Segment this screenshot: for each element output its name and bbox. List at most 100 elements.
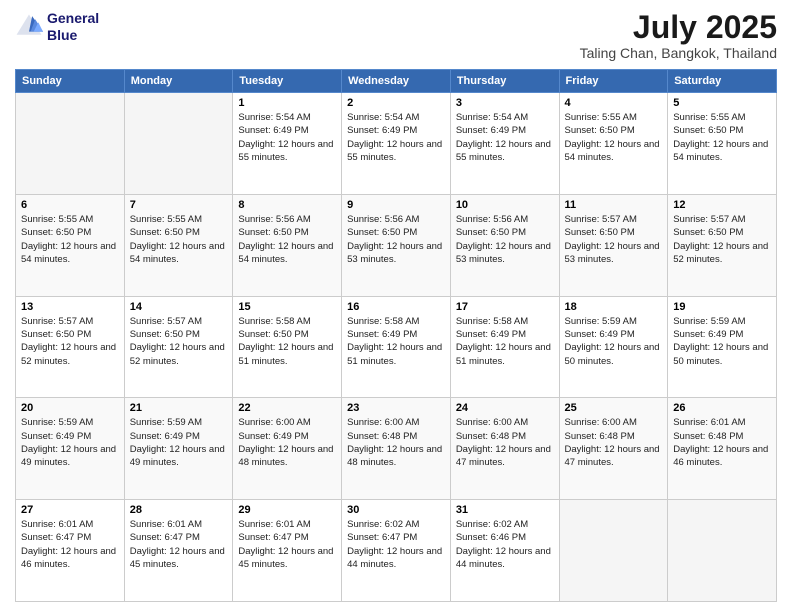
calendar-cell: 24 Sunrise: 6:00 AM Sunset: 6:48 PM Dayli… — [450, 398, 559, 500]
logo-icon — [15, 13, 43, 41]
calendar-cell: 10 Sunrise: 5:56 AM Sunset: 6:50 PM Dayli… — [450, 194, 559, 296]
day-info: Sunrise: 6:00 AM Sunset: 6:48 PM Dayligh… — [565, 416, 663, 469]
logo: General Blue — [15, 10, 99, 44]
day-number: 27 — [21, 504, 119, 516]
calendar-cell: 2 Sunrise: 5:54 AM Sunset: 6:49 PM Daylig… — [342, 93, 451, 195]
day-info: Sunrise: 5:55 AM Sunset: 6:50 PM Dayligh… — [21, 213, 119, 266]
day-number: 30 — [347, 504, 445, 516]
calendar-cell — [668, 500, 777, 602]
day-number: 5 — [673, 97, 771, 109]
day-number: 2 — [347, 97, 445, 109]
day-info: Sunrise: 5:57 AM Sunset: 6:50 PM Dayligh… — [565, 213, 663, 266]
day-info: Sunrise: 5:59 AM Sunset: 6:49 PM Dayligh… — [21, 416, 119, 469]
calendar-week-row: 1 Sunrise: 5:54 AM Sunset: 6:49 PM Daylig… — [16, 93, 777, 195]
day-number: 20 — [21, 402, 119, 414]
day-number: 4 — [565, 97, 663, 109]
subtitle: Taling Chan, Bangkok, Thailand — [580, 45, 777, 61]
day-number: 21 — [130, 402, 228, 414]
day-info: Sunrise: 5:54 AM Sunset: 6:49 PM Dayligh… — [347, 111, 445, 164]
day-info: Sunrise: 5:57 AM Sunset: 6:50 PM Dayligh… — [130, 315, 228, 368]
day-info: Sunrise: 5:56 AM Sunset: 6:50 PM Dayligh… — [347, 213, 445, 266]
header: General Blue July 2025 Taling Chan, Bang… — [15, 10, 777, 61]
calendar-cell: 12 Sunrise: 5:57 AM Sunset: 6:50 PM Dayli… — [668, 194, 777, 296]
calendar-cell: 23 Sunrise: 6:00 AM Sunset: 6:48 PM Dayli… — [342, 398, 451, 500]
day-info: Sunrise: 5:55 AM Sunset: 6:50 PM Dayligh… — [565, 111, 663, 164]
calendar-cell: 29 Sunrise: 6:01 AM Sunset: 6:47 PM Dayli… — [233, 500, 342, 602]
day-info: Sunrise: 5:58 AM Sunset: 6:50 PM Dayligh… — [238, 315, 336, 368]
day-info: Sunrise: 6:01 AM Sunset: 6:47 PM Dayligh… — [238, 518, 336, 571]
day-number: 10 — [456, 199, 554, 211]
calendar-cell: 17 Sunrise: 5:58 AM Sunset: 6:49 PM Dayli… — [450, 296, 559, 398]
day-info: Sunrise: 5:55 AM Sunset: 6:50 PM Dayligh… — [130, 213, 228, 266]
day-info: Sunrise: 5:56 AM Sunset: 6:50 PM Dayligh… — [456, 213, 554, 266]
col-monday: Monday — [124, 70, 233, 93]
day-number: 14 — [130, 301, 228, 313]
col-friday: Friday — [559, 70, 668, 93]
day-info: Sunrise: 6:00 AM Sunset: 6:49 PM Dayligh… — [238, 416, 336, 469]
calendar-week-row: 20 Sunrise: 5:59 AM Sunset: 6:49 PM Dayli… — [16, 398, 777, 500]
calendar-cell: 7 Sunrise: 5:55 AM Sunset: 6:50 PM Daylig… — [124, 194, 233, 296]
calendar-header-row: Sunday Monday Tuesday Wednesday Thursday… — [16, 70, 777, 93]
calendar-cell: 27Sunrise: 6:01 AM Sunset: 6:47 PM Dayli… — [16, 500, 125, 602]
day-number: 17 — [456, 301, 554, 313]
day-number: 8 — [238, 199, 336, 211]
day-number: 6 — [21, 199, 119, 211]
calendar-cell: 9 Sunrise: 5:56 AM Sunset: 6:50 PM Daylig… — [342, 194, 451, 296]
calendar-cell — [16, 93, 125, 195]
day-number: 26 — [673, 402, 771, 414]
calendar-cell: 18 Sunrise: 5:59 AM Sunset: 6:49 PM Dayli… — [559, 296, 668, 398]
day-info: Sunrise: 5:59 AM Sunset: 6:49 PM Dayligh… — [565, 315, 663, 368]
calendar-cell: 5Sunrise: 5:55 AM Sunset: 6:50 PM Daylig… — [668, 93, 777, 195]
page: General Blue July 2025 Taling Chan, Bang… — [0, 0, 792, 612]
logo-text: General Blue — [47, 10, 99, 44]
calendar-cell: 30 Sunrise: 6:02 AM Sunset: 6:47 PM Dayli… — [342, 500, 451, 602]
calendar-table: Sunday Monday Tuesday Wednesday Thursday… — [15, 69, 777, 602]
calendar-cell: 28 Sunrise: 6:01 AM Sunset: 6:47 PM Dayli… — [124, 500, 233, 602]
col-tuesday: Tuesday — [233, 70, 342, 93]
calendar-week-row: 27 Sunrise: 6:01 AM Sunset: 6:47 PM Dayli… — [16, 500, 777, 602]
day-info: Sunrise: 5:54 AM Sunset: 6:49 PM Dayligh… — [456, 111, 554, 164]
day-number: 3 — [456, 97, 554, 109]
day-info: Sunrise: 6:00 AM Sunset: 6:48 PM Dayligh… — [456, 416, 554, 469]
day-number: 9 — [347, 199, 445, 211]
calendar-cell: 3 Sunrise: 5:54 AM Sunset: 6:49 PM Daylig… — [450, 93, 559, 195]
calendar-cell: 6 Sunrise: 5:55 AM Sunset: 6:50 PM Daylig… — [16, 194, 125, 296]
day-number: 7 — [130, 199, 228, 211]
day-info: Sunrise: 6:01 AM Sunset: 6:47 PM Dayligh… — [130, 518, 228, 571]
calendar-cell — [124, 93, 233, 195]
day-number: 23 — [347, 402, 445, 414]
day-number: 12 — [673, 199, 771, 211]
calendar-cell: 11 Sunrise: 5:57 AM Sunset: 6:50 PM Dayli… — [559, 194, 668, 296]
day-info: Sunrise: 5:56 AM Sunset: 6:50 PM Dayligh… — [238, 213, 336, 266]
day-number: 29 — [238, 504, 336, 516]
calendar-cell: 19Sunrise: 5:59 AM Sunset: 6:49 PM Dayli… — [668, 296, 777, 398]
day-number: 24 — [456, 402, 554, 414]
calendar-cell: 25 Sunrise: 6:00 AM Sunset: 6:48 PM Dayli… — [559, 398, 668, 500]
day-number: 11 — [565, 199, 663, 211]
calendar-cell: 21Sunrise: 5:59 AM Sunset: 6:49 PM Dayli… — [124, 398, 233, 500]
day-info: Sunrise: 6:00 AM Sunset: 6:48 PM Dayligh… — [347, 416, 445, 469]
day-number: 18 — [565, 301, 663, 313]
day-number: 1 — [238, 97, 336, 109]
col-thursday: Thursday — [450, 70, 559, 93]
calendar-cell: 14 Sunrise: 5:57 AM Sunset: 6:50 PM Dayli… — [124, 296, 233, 398]
main-title: July 2025 — [580, 10, 777, 45]
calendar-week-row: 13 Sunrise: 5:57 AM Sunset: 6:50 PM Dayli… — [16, 296, 777, 398]
day-info: Sunrise: 6:02 AM Sunset: 6:47 PM Dayligh… — [347, 518, 445, 571]
calendar-cell: 20 Sunrise: 5:59 AM Sunset: 6:49 PM Dayli… — [16, 398, 125, 500]
day-number: 13 — [21, 301, 119, 313]
day-info: Sunrise: 5:57 AM Sunset: 6:50 PM Dayligh… — [673, 213, 771, 266]
day-number: 31 — [456, 504, 554, 516]
day-info: Sunrise: 6:01 AM Sunset: 6:48 PM Dayligh… — [673, 416, 771, 469]
day-info: Sunrise: 5:58 AM Sunset: 6:49 PM Dayligh… — [456, 315, 554, 368]
col-saturday: Saturday — [668, 70, 777, 93]
col-wednesday: Wednesday — [342, 70, 451, 93]
day-info: Sunrise: 5:57 AM Sunset: 6:50 PM Dayligh… — [21, 315, 119, 368]
day-number: 25 — [565, 402, 663, 414]
day-number: 15 — [238, 301, 336, 313]
calendar-cell: 4 Sunrise: 5:55 AM Sunset: 6:50 PM Daylig… — [559, 93, 668, 195]
day-number: 28 — [130, 504, 228, 516]
day-info: Sunrise: 6:02 AM Sunset: 6:46 PM Dayligh… — [456, 518, 554, 571]
calendar-cell — [559, 500, 668, 602]
day-number: 19 — [673, 301, 771, 313]
